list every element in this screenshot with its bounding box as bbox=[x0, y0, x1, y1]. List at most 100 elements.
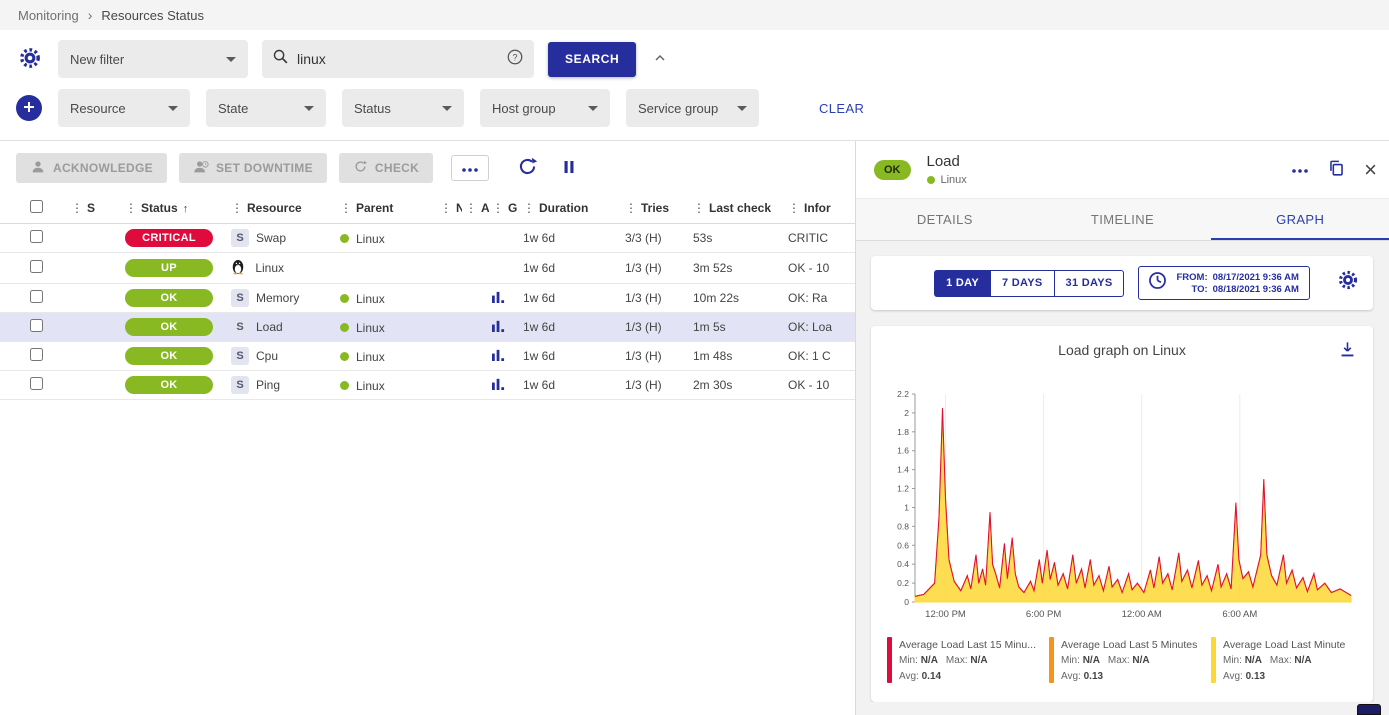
graph-icon[interactable] bbox=[492, 292, 505, 306]
more-actions-button[interactable] bbox=[451, 155, 489, 181]
check-button[interactable]: CHECK bbox=[339, 153, 433, 183]
legend-item-load-15min[interactable]: Average Load Last 15 Minu... Min: N/AMax… bbox=[887, 637, 1039, 684]
parent-status-dot bbox=[340, 381, 349, 390]
graph-icon[interactable] bbox=[492, 321, 505, 335]
search-box[interactable]: ? bbox=[262, 40, 534, 78]
column-drag-handle-icon[interactable] bbox=[693, 201, 709, 215]
gear-icon bbox=[1337, 269, 1359, 294]
chat-widget-peek[interactable] bbox=[1357, 704, 1381, 715]
legend-item-load-5min[interactable]: Average Load Last 5 Minutes Min: N/AMax:… bbox=[1049, 637, 1201, 684]
column-header-information[interactable]: Infor bbox=[785, 193, 855, 224]
service-icon bbox=[231, 347, 249, 365]
state-filter-select[interactable]: State bbox=[206, 89, 326, 127]
service-icon bbox=[231, 318, 249, 336]
column-header-severity[interactable]: S bbox=[68, 193, 122, 224]
tab-timeline[interactable]: TIMELINE bbox=[1034, 199, 1212, 240]
column-header-parent[interactable]: Parent bbox=[337, 193, 437, 224]
pause-autorefresh-button[interactable] bbox=[558, 156, 580, 181]
linux-penguin-icon bbox=[231, 264, 248, 278]
filter-settings-button[interactable] bbox=[16, 44, 44, 75]
row-checkbox[interactable] bbox=[30, 348, 43, 361]
search-input[interactable] bbox=[297, 51, 498, 67]
parent-status-dot bbox=[340, 352, 349, 361]
column-drag-handle-icon[interactable] bbox=[125, 201, 141, 215]
column-drag-handle-icon[interactable] bbox=[465, 201, 481, 215]
range-31-days-button[interactable]: 31 DAYS bbox=[1054, 270, 1125, 297]
status-badge: UP bbox=[125, 259, 213, 277]
close-panel-button[interactable] bbox=[1362, 157, 1379, 183]
row-checkbox[interactable] bbox=[30, 230, 43, 243]
set-downtime-button[interactable]: SET DOWNTIME bbox=[179, 153, 327, 183]
column-header-resource[interactable]: Resource bbox=[228, 193, 337, 224]
table-row-cpu[interactable]: OK Cpu Linux 1w 6d 1/3 (H) 1m 48s OK: 1 … bbox=[0, 342, 855, 371]
status-badge: OK bbox=[125, 347, 213, 365]
column-drag-handle-icon[interactable] bbox=[523, 201, 539, 215]
table-row-swap[interactable]: CRITICAL Swap Linux 1w 6d 3/3 (H) 53s CR… bbox=[0, 224, 855, 253]
range-1-day-button[interactable]: 1 DAY bbox=[934, 270, 991, 297]
range-7-days-button[interactable]: 7 DAYS bbox=[990, 270, 1055, 297]
chevron-down-icon bbox=[737, 106, 747, 111]
pause-icon bbox=[560, 158, 578, 179]
duration-cell: 1w 6d bbox=[520, 342, 622, 371]
chevron-down-icon bbox=[226, 57, 236, 62]
table-row-linux-host[interactable]: UP Linux 1w 6d 1/3 (H) 3m 52s OK - 10 bbox=[0, 253, 855, 284]
collapse-filters-button[interactable] bbox=[650, 48, 670, 71]
duration-cell: 1w 6d bbox=[520, 224, 622, 253]
column-drag-handle-icon[interactable] bbox=[231, 201, 247, 215]
refresh-button[interactable] bbox=[515, 154, 540, 182]
search-help-icon[interactable]: ? bbox=[506, 48, 524, 71]
column-header-last-check[interactable]: Last check bbox=[690, 193, 785, 224]
resource-details-panel: OK Load Linux bbox=[855, 141, 1389, 715]
service-group-filter-select[interactable]: Service group bbox=[626, 89, 759, 127]
graph-icon[interactable] bbox=[492, 379, 505, 393]
select-all-checkbox[interactable] bbox=[30, 200, 43, 213]
legend-item-load-1min[interactable]: Average Load Last Minute Min: N/AMax: N/… bbox=[1211, 637, 1363, 684]
column-drag-handle-icon[interactable] bbox=[340, 201, 356, 215]
clear-filters-button[interactable]: CLEAR bbox=[819, 101, 864, 116]
tab-details[interactable]: DETAILS bbox=[856, 199, 1034, 240]
svg-text:1.2: 1.2 bbox=[897, 484, 909, 494]
search-button[interactable]: SEARCH bbox=[548, 42, 636, 77]
host-group-filter-select[interactable]: Host group bbox=[480, 89, 610, 127]
service-icon bbox=[231, 229, 249, 247]
service-icon bbox=[231, 289, 249, 307]
row-checkbox[interactable] bbox=[30, 290, 43, 303]
export-graph-button[interactable] bbox=[1336, 338, 1359, 364]
custom-period-button[interactable]: FROM: 08/17/2021 9:36 AM TO: 08/18/2021 … bbox=[1138, 266, 1309, 300]
actions-toolbar: ACKNOWLEDGE SET DOWNTIME CHECK bbox=[0, 141, 855, 193]
column-header-tries[interactable]: Tries bbox=[622, 193, 690, 224]
column-drag-handle-icon[interactable] bbox=[625, 201, 641, 215]
row-checkbox[interactable] bbox=[30, 377, 43, 390]
row-checkbox[interactable] bbox=[30, 319, 43, 332]
severity-cell bbox=[68, 253, 122, 284]
row-checkbox[interactable] bbox=[30, 260, 43, 273]
saved-filter-select[interactable]: New filter bbox=[58, 40, 248, 78]
from-value: 08/17/2021 9:36 AM bbox=[1213, 272, 1299, 283]
graph-icon[interactable] bbox=[492, 350, 505, 364]
resource-filter-select[interactable]: Resource bbox=[58, 89, 190, 127]
add-criteria-button[interactable] bbox=[16, 95, 42, 121]
table-row-memory[interactable]: OK Memory Linux 1w 6d 1/3 (H) 10m 22s OK… bbox=[0, 284, 855, 313]
table-row-load[interactable]: OK Load Linux 1w 6d 1/3 (H) 1m 5s OK: Lo… bbox=[0, 313, 855, 342]
copy-link-button[interactable] bbox=[1325, 157, 1348, 183]
column-header-duration[interactable]: Duration bbox=[520, 193, 622, 224]
column-drag-handle-icon[interactable] bbox=[492, 201, 508, 215]
load-graph-svg[interactable]: 12:00 PM6:00 PM12:00 AM6:00 AM00.20.40.6… bbox=[881, 386, 1363, 626]
column-drag-handle-icon[interactable] bbox=[71, 201, 87, 215]
column-header-status[interactable]: Status bbox=[122, 193, 228, 224]
svg-text:1: 1 bbox=[904, 502, 909, 512]
status-filter-select[interactable]: Status bbox=[342, 89, 464, 127]
breadcrumb-item-monitoring[interactable]: Monitoring bbox=[18, 8, 79, 23]
column-header-graph[interactable]: G bbox=[489, 193, 520, 224]
panel-more-button[interactable] bbox=[1289, 160, 1311, 179]
column-header-notes[interactable]: N bbox=[437, 193, 462, 224]
graph-settings-button[interactable] bbox=[1335, 267, 1361, 296]
table-row-ping[interactable]: OK Ping Linux 1w 6d 1/3 (H) 2m 30s OK - … bbox=[0, 371, 855, 400]
column-drag-handle-icon[interactable] bbox=[788, 201, 804, 215]
chevron-down-icon bbox=[588, 106, 598, 111]
column-drag-handle-icon[interactable] bbox=[440, 201, 456, 215]
panel-parent-label[interactable]: Linux bbox=[941, 174, 967, 186]
acknowledge-button[interactable]: ACKNOWLEDGE bbox=[16, 153, 167, 183]
tab-graph[interactable]: GRAPH bbox=[1211, 199, 1389, 240]
column-header-action[interactable]: A bbox=[462, 193, 489, 224]
